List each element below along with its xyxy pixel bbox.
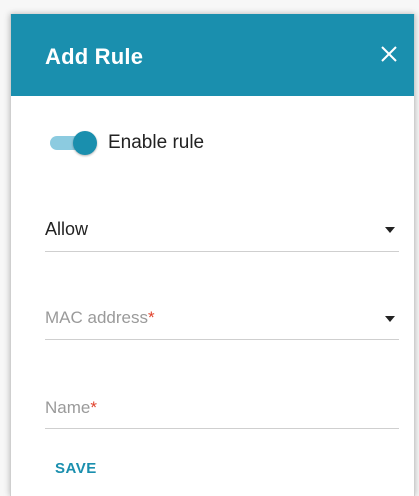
mac-address-placeholder: MAC address*	[45, 308, 155, 327]
action-select[interactable]: Allow	[45, 204, 399, 252]
close-icon	[381, 46, 397, 62]
page-background: Add Rule Enable rule Allow MAC address*	[0, 0, 419, 496]
dialog-header: Add Rule	[11, 14, 414, 96]
action-select-underline	[45, 251, 399, 252]
save-button[interactable]: SAVE	[55, 460, 97, 478]
chevron-down-icon	[385, 227, 395, 233]
chevron-down-icon	[385, 316, 395, 322]
enable-rule-toggle[interactable]	[50, 131, 98, 155]
name-placeholder: Name*	[45, 398, 97, 417]
dialog-title: Add Rule	[45, 44, 144, 69]
required-mark: *	[90, 398, 97, 417]
close-button[interactable]	[378, 43, 400, 65]
mac-address-select[interactable]: MAC address*	[45, 292, 399, 340]
toggle-knob	[73, 131, 97, 155]
name-field[interactable]: Name*	[45, 382, 399, 430]
enable-rule-label: Enable rule	[108, 132, 205, 153]
add-rule-dialog: Add Rule Enable rule Allow MAC address*	[10, 14, 415, 496]
mac-address-underline	[45, 339, 399, 340]
name-underline	[45, 428, 399, 429]
action-select-value: Allow	[45, 219, 89, 239]
required-mark: *	[147, 308, 155, 327]
